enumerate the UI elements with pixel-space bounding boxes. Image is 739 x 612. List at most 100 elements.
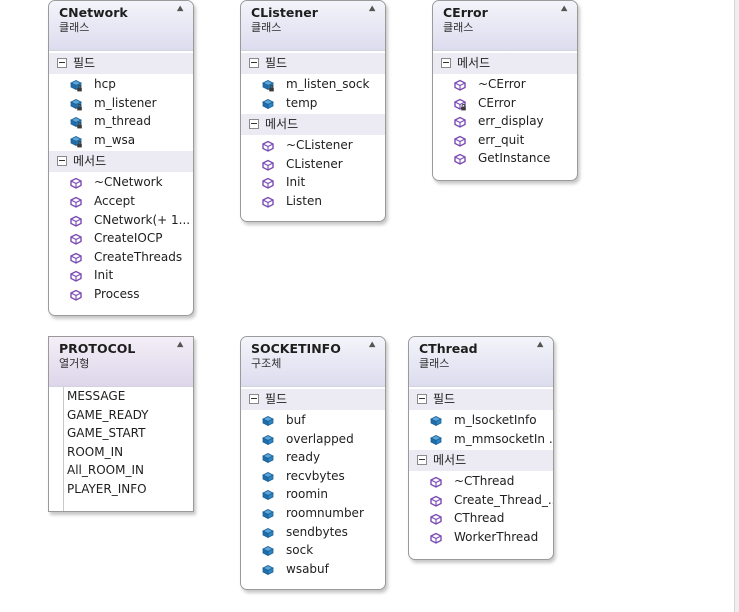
class-box-clistener[interactable]: CListener 클래스 ⯅ 필드 m_listen_sock temp 메서드 ~CLis… bbox=[240, 0, 386, 222]
public-method-icon bbox=[70, 271, 82, 283]
private-method-icon bbox=[454, 98, 466, 110]
field-name: recvbytes bbox=[286, 468, 345, 483]
section-header-fields[interactable]: 필드 bbox=[409, 389, 553, 410]
struct-box-socketinfo[interactable]: SOCKETINFO 구조체 ⯅ 필드 buf overlapped ready recvby… bbox=[240, 336, 386, 590]
field-item[interactable]: m_thread bbox=[49, 112, 193, 131]
method-item[interactable]: err_display bbox=[433, 112, 577, 131]
type-name: PROTOCOL bbox=[59, 341, 136, 356]
collapse-chevron-icon[interactable]: ⯅ bbox=[367, 2, 377, 17]
enum-member[interactable]: GAME_READY bbox=[64, 406, 193, 425]
section-header-methods[interactable]: 메서드 bbox=[409, 450, 553, 472]
section-header-methods[interactable]: 메서드 bbox=[241, 114, 385, 136]
method-item[interactable]: Accept bbox=[49, 192, 193, 211]
collapse-chevron-icon[interactable]: ⯅ bbox=[559, 2, 569, 17]
section-header-fields[interactable]: 필드 bbox=[241, 53, 385, 74]
method-name: GetInstance bbox=[478, 151, 551, 166]
field-item[interactable]: m_listen_sock bbox=[241, 75, 385, 94]
method-item[interactable]: Listen bbox=[241, 192, 385, 211]
collapse-section-icon[interactable] bbox=[249, 57, 259, 68]
collapse-section-icon[interactable] bbox=[417, 393, 427, 404]
method-item[interactable]: WorkerThread bbox=[409, 528, 553, 547]
method-item[interactable]: Init bbox=[241, 173, 385, 192]
field-item[interactable]: m_mmsocketIn ... bbox=[409, 430, 553, 449]
field-item[interactable]: m_lsocketInfo bbox=[409, 411, 553, 430]
field-item[interactable]: overlapped bbox=[241, 430, 385, 449]
enum-member[interactable]: MESSAGE bbox=[64, 387, 193, 406]
field-item[interactable]: sendbytes bbox=[241, 523, 385, 542]
class-box-cnetwork[interactable]: CNetwork 클래스 ⯅ 필드 hcp m_listener m_thread m_wsa… bbox=[48, 0, 194, 316]
section-header-methods[interactable]: 메서드 bbox=[49, 151, 193, 173]
section-label: 메서드 bbox=[457, 56, 491, 70]
type-kind: 클래스 bbox=[59, 21, 90, 34]
method-item[interactable]: CNetwork(+ 1... bbox=[49, 211, 193, 230]
method-item[interactable]: GetInstance bbox=[433, 149, 577, 168]
collapse-chevron-icon[interactable]: ⯅ bbox=[535, 338, 545, 353]
type-name: CThread bbox=[419, 341, 478, 356]
method-item[interactable]: err_quit bbox=[433, 131, 577, 150]
field-item[interactable]: sock bbox=[241, 541, 385, 560]
method-item[interactable]: CError bbox=[433, 94, 577, 113]
field-name: m_thread bbox=[94, 114, 152, 129]
class-box-cerror[interactable]: CError 클래스 ⯅ 메서드 ~CError CError err_display err… bbox=[432, 0, 578, 181]
field-item[interactable]: hcp bbox=[49, 75, 193, 94]
method-item[interactable]: Init bbox=[49, 266, 193, 285]
field-name: roomnumber bbox=[286, 505, 364, 520]
public-field-icon bbox=[262, 98, 274, 109]
field-item[interactable]: temp bbox=[241, 94, 385, 113]
public-method-icon bbox=[70, 289, 82, 301]
collapse-chevron-icon[interactable]: ⯅ bbox=[367, 338, 377, 353]
method-item[interactable]: ~CListener bbox=[241, 136, 385, 155]
section-label: 필드 bbox=[433, 392, 456, 406]
public-field-icon bbox=[262, 434, 274, 445]
public-method-icon bbox=[454, 154, 466, 166]
field-item[interactable]: buf bbox=[241, 411, 385, 430]
section-header-fields[interactable]: 필드 bbox=[49, 53, 193, 74]
field-item[interactable]: wsabuf bbox=[241, 560, 385, 579]
collapse-section-icon[interactable] bbox=[57, 155, 67, 166]
method-item[interactable]: ~CError bbox=[433, 75, 577, 94]
box-header[interactable]: PROTOCOL 열거형 ⯅ bbox=[49, 337, 193, 387]
method-item[interactable]: ~CNetwork bbox=[49, 173, 193, 192]
field-item[interactable]: roomnumber bbox=[241, 504, 385, 523]
box-header[interactable]: CListener 클래스 ⯅ bbox=[241, 1, 385, 51]
public-field-icon bbox=[430, 416, 442, 427]
box-header[interactable]: CNetwork 클래스 ⯅ bbox=[49, 1, 193, 51]
collapse-section-icon[interactable] bbox=[249, 393, 259, 404]
collapse-section-icon[interactable] bbox=[249, 118, 259, 129]
method-item[interactable]: ~CThread bbox=[409, 472, 553, 491]
collapse-chevron-icon[interactable]: ⯅ bbox=[175, 2, 185, 17]
enum-member[interactable]: ROOM_IN bbox=[64, 443, 193, 462]
section-header-fields[interactable]: 필드 bbox=[241, 389, 385, 410]
box-header[interactable]: CThread 클래스 ⯅ bbox=[409, 337, 553, 387]
enum-box-protocol[interactable]: PROTOCOL 열거형 ⯅ MESSAGE GAME_READY GAME_START R… bbox=[48, 336, 194, 512]
enum-member-list: MESSAGE GAME_READY GAME_START ROOM_IN All_RO… bbox=[63, 387, 193, 511]
method-item[interactable]: CThread bbox=[409, 509, 553, 528]
public-method-icon bbox=[454, 79, 466, 91]
collapse-section-icon[interactable] bbox=[441, 57, 451, 68]
enum-member[interactable]: PLAYER_INFO bbox=[64, 480, 193, 499]
method-item[interactable]: CreateIOCP bbox=[49, 229, 193, 248]
collapse-section-icon[interactable] bbox=[57, 57, 67, 68]
field-item[interactable]: roomin bbox=[241, 485, 385, 504]
box-header[interactable]: SOCKETINFO 구조체 ⯅ bbox=[241, 337, 385, 387]
enum-member[interactable]: All_ROOM_IN bbox=[64, 461, 193, 480]
method-item[interactable]: CListener bbox=[241, 155, 385, 174]
section-label: 필드 bbox=[265, 392, 288, 406]
field-item[interactable]: m_wsa bbox=[49, 131, 193, 150]
field-item[interactable]: recvbytes bbox=[241, 467, 385, 486]
collapse-chevron-icon[interactable]: ⯅ bbox=[175, 338, 185, 353]
method-item[interactable]: Process bbox=[49, 285, 193, 304]
enum-member[interactable]: GAME_START bbox=[64, 424, 193, 443]
field-item[interactable]: ready bbox=[241, 448, 385, 467]
box-header[interactable]: CError 클래스 ⯅ bbox=[433, 1, 577, 51]
field-item[interactable]: m_listener bbox=[49, 94, 193, 113]
section-header-methods[interactable]: 메서드 bbox=[433, 53, 577, 74]
type-kind: 클래스 bbox=[251, 21, 282, 34]
public-method-icon bbox=[70, 196, 82, 208]
method-name: ~CThread bbox=[454, 474, 515, 489]
collapse-section-icon[interactable] bbox=[417, 454, 427, 465]
method-item[interactable]: CreateThreads bbox=[49, 248, 193, 267]
method-item[interactable]: Create_Thread_... bbox=[409, 491, 553, 510]
class-box-cthread[interactable]: CThread 클래스 ⯅ 필드 m_lsocketInfo m_mmsocketIn .… bbox=[408, 336, 554, 560]
public-method-icon bbox=[430, 495, 442, 507]
